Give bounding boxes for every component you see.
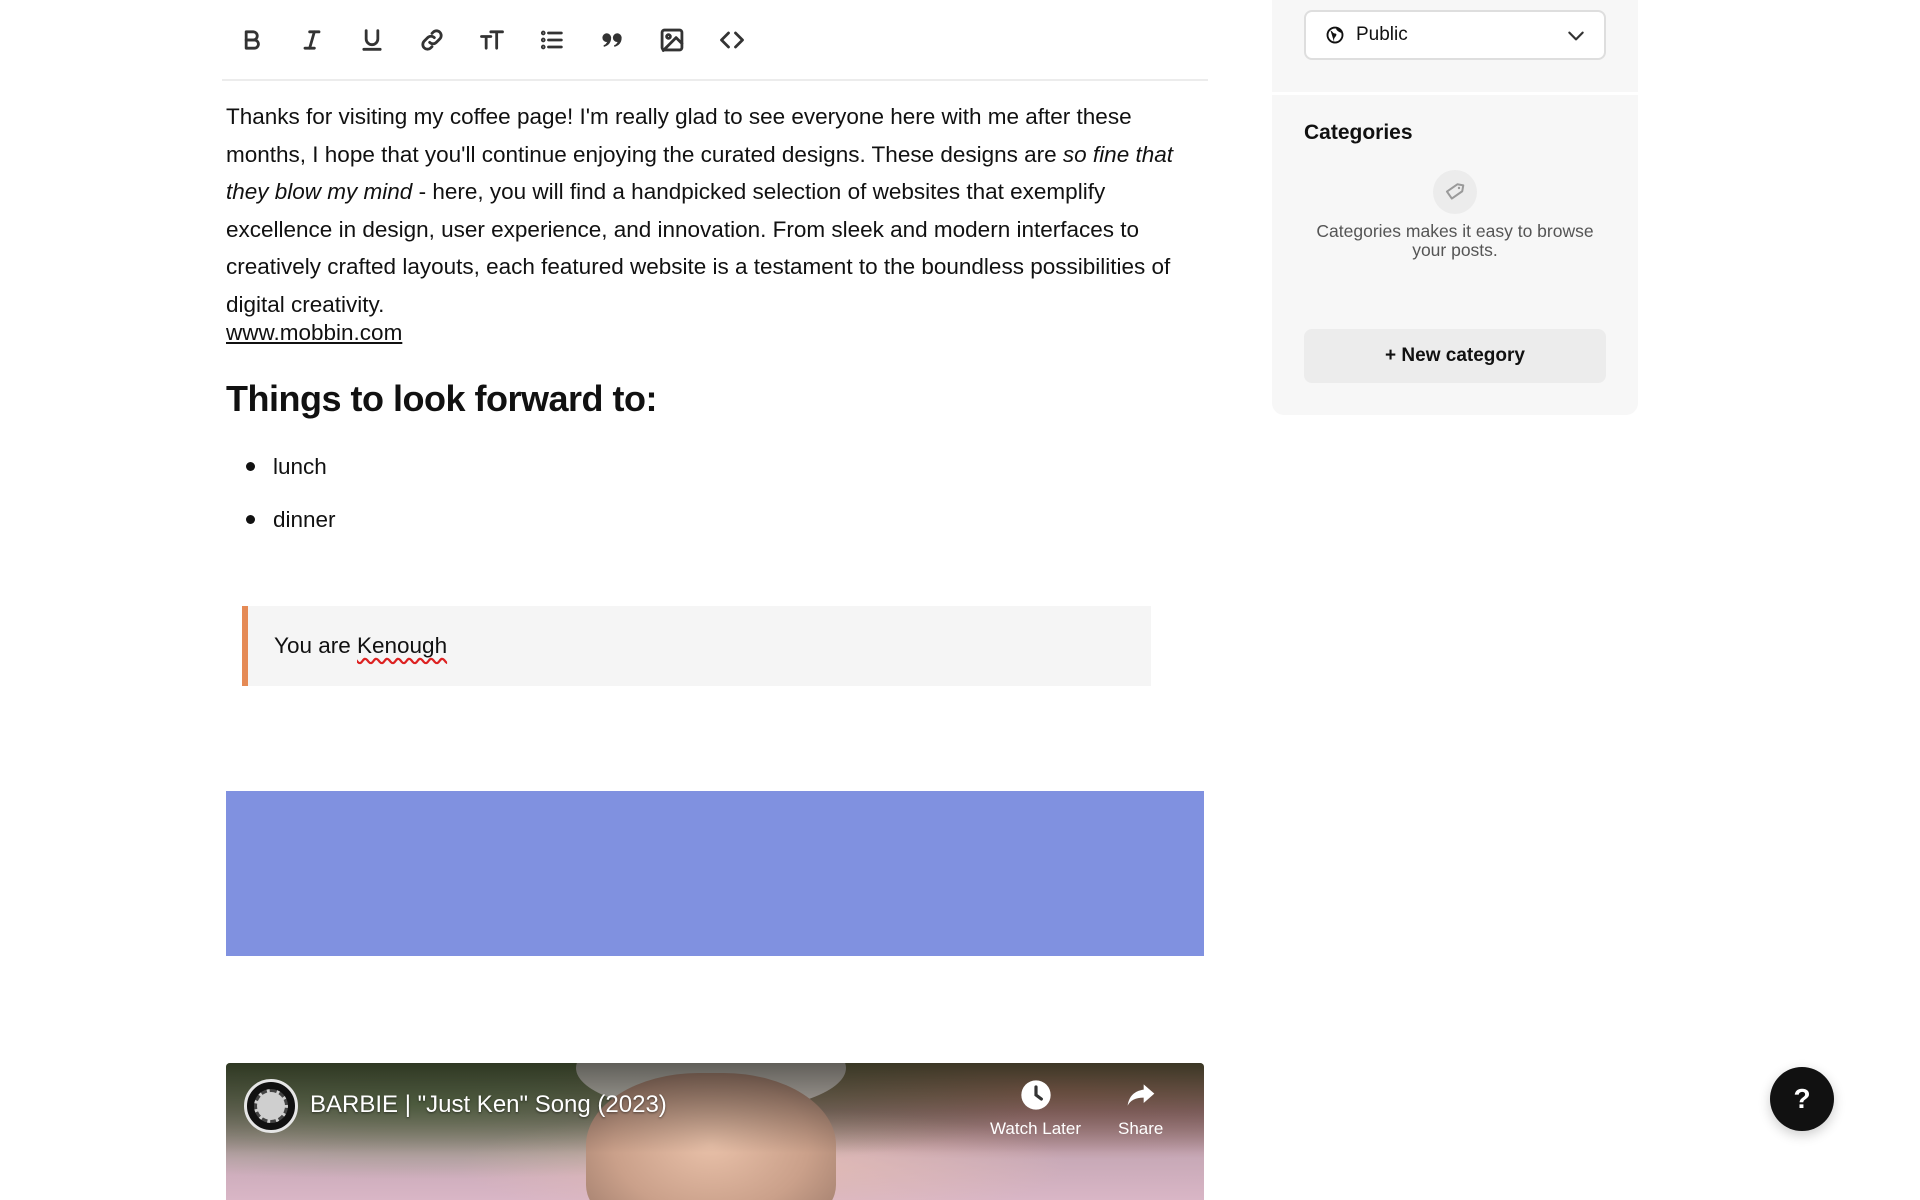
blockquote[interactable]: You are Kenough xyxy=(242,606,1151,686)
bullet-list: lunch dinner xyxy=(246,440,336,546)
bulleted-list-icon[interactable] xyxy=(532,20,572,60)
share-button[interactable]: Share xyxy=(1118,1079,1163,1139)
list-item-text: lunch xyxy=(273,453,327,479)
channel-avatar[interactable] xyxy=(244,1079,298,1133)
website-link[interactable]: www.mobbin.com xyxy=(226,314,402,351)
formatting-toolbar xyxy=(222,0,1208,81)
underline-icon[interactable] xyxy=(352,20,392,60)
text-size-icon[interactable] xyxy=(472,20,512,60)
channel-avatar-icon xyxy=(254,1089,288,1123)
bullet-dot xyxy=(246,515,255,524)
watch-later-button[interactable]: Watch Later xyxy=(990,1079,1081,1139)
watch-later-label: Watch Later xyxy=(990,1119,1082,1138)
color-embed-block[interactable] xyxy=(226,791,1204,956)
quote-text: You are xyxy=(274,633,357,658)
paragraph-text: Thanks for visiting my coffee page! I'm … xyxy=(226,104,1132,167)
image-icon[interactable] xyxy=(652,20,692,60)
list-item: dinner xyxy=(246,493,336,546)
share-arrow-icon xyxy=(1127,1084,1155,1106)
section-heading: Things to look forward to: xyxy=(226,378,657,419)
visibility-selected-value: Public xyxy=(1356,24,1408,45)
list-item-text: dinner xyxy=(273,506,336,532)
quote-misspelled-word: Kenough xyxy=(357,633,448,658)
categories-description: Categories makes it easy to browse your … xyxy=(1316,221,1594,260)
globe-icon xyxy=(1326,26,1344,44)
tag-icon xyxy=(1433,170,1477,214)
bullet-dot xyxy=(246,462,255,471)
italic-icon[interactable] xyxy=(292,20,332,60)
list-item: lunch xyxy=(246,440,336,493)
chevron-down-icon xyxy=(1568,31,1584,41)
bold-icon[interactable] xyxy=(232,20,272,60)
clock-icon xyxy=(1020,1080,1051,1110)
categories-title: Categories xyxy=(1304,121,1413,144)
categories-panel: Categories Categories makes it easy to b… xyxy=(1272,95,1638,415)
visibility-dropdown[interactable]: Public xyxy=(1304,10,1606,60)
quote-icon[interactable] xyxy=(592,20,632,60)
code-icon[interactable] xyxy=(712,20,752,60)
video-embed[interactable]: BARBIE | "Just Ken" Song (2023) Watch La… xyxy=(226,1063,1204,1200)
new-category-button[interactable]: + New category xyxy=(1304,329,1606,383)
help-button[interactable]: ? xyxy=(1770,1067,1834,1131)
video-title[interactable]: BARBIE | "Just Ken" Song (2023) xyxy=(310,1091,667,1119)
editor-paragraph[interactable]: Thanks for visiting my coffee page! I'm … xyxy=(226,98,1206,323)
link-icon[interactable] xyxy=(412,20,452,60)
share-label: Share xyxy=(1118,1119,1164,1138)
